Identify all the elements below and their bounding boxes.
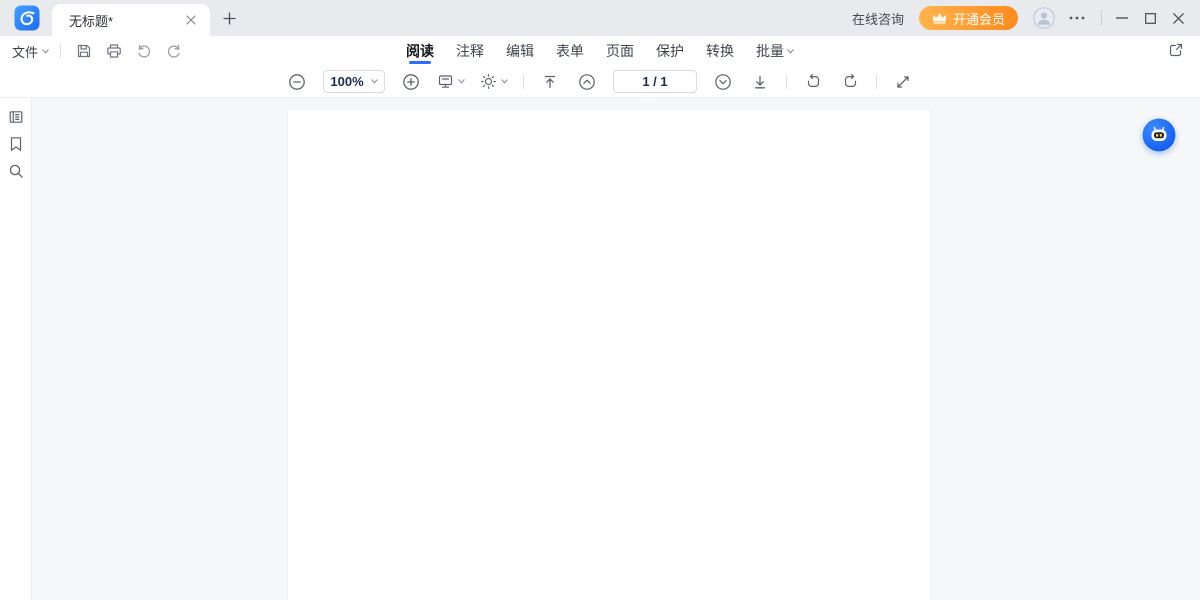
tab-batch[interactable]: 批量: [753, 36, 797, 66]
membership-button[interactable]: 开通会员: [919, 6, 1018, 30]
chevron-down-icon: [787, 49, 794, 54]
zoom-level-value: 100%: [330, 74, 363, 89]
zoom-level-select[interactable]: 100%: [323, 70, 385, 93]
ribbon-tabs: 阅读 注释 编辑 表单 页面 保护 转换 批量: [403, 36, 797, 66]
online-consult-link[interactable]: 在线咨询: [852, 9, 904, 28]
titlebar: 无标题* 在线咨询 开通会员: [0, 0, 1200, 36]
toolbar: 100%: [0, 66, 1200, 98]
search-icon[interactable]: [6, 161, 26, 181]
divider: [786, 74, 787, 89]
divider: [523, 74, 524, 89]
chevron-down-icon: [458, 79, 465, 84]
document-tab[interactable]: 无标题*: [52, 4, 210, 36]
app-logo-icon: [14, 5, 40, 31]
ai-assistant-button[interactable]: [1142, 118, 1176, 152]
chevron-down-icon: [501, 79, 508, 84]
tab-read[interactable]: 阅读: [403, 36, 437, 66]
rotate-right-icon[interactable]: [839, 71, 861, 93]
chevron-down-icon: [42, 49, 49, 54]
print-icon[interactable]: [102, 39, 126, 63]
close-button[interactable]: [1164, 4, 1192, 32]
rotate-left-icon[interactable]: [802, 71, 824, 93]
last-page-icon[interactable]: [749, 71, 771, 93]
chevron-down-icon: [371, 79, 378, 84]
first-page-icon[interactable]: [539, 71, 561, 93]
file-menu[interactable]: 文件: [12, 42, 49, 61]
tab-convert[interactable]: 转换: [703, 36, 737, 66]
view-mode-select[interactable]: [437, 73, 465, 90]
menubar: 文件 阅读 注释 编辑 表单 页面 保护: [0, 36, 1200, 66]
more-menu-icon[interactable]: [1065, 6, 1089, 30]
fullscreen-icon[interactable]: [892, 71, 914, 93]
page-number-input[interactable]: [613, 70, 697, 93]
tab-form[interactable]: 表单: [553, 36, 587, 66]
redo-icon[interactable]: [162, 39, 186, 63]
brightness-mode-select[interactable]: [480, 73, 508, 90]
zoom-out-icon[interactable]: [286, 71, 308, 93]
tab-annotate[interactable]: 注释: [453, 36, 487, 66]
tab-title: 无标题*: [69, 11, 182, 30]
pdf-page: [288, 110, 930, 600]
bookmark-icon[interactable]: [6, 134, 26, 154]
file-menu-label: 文件: [12, 42, 38, 61]
maximize-button[interactable]: [1136, 4, 1164, 32]
tab-edit[interactable]: 编辑: [503, 36, 537, 66]
tab-batch-label: 批量: [756, 36, 784, 66]
brightness-icon: [480, 73, 497, 90]
divider: [60, 44, 61, 58]
minimize-button[interactable]: [1108, 4, 1136, 32]
new-tab-button[interactable]: [220, 9, 238, 27]
zoom-in-icon[interactable]: [400, 71, 422, 93]
tab-protect[interactable]: 保护: [653, 36, 687, 66]
next-page-icon[interactable]: [712, 71, 734, 93]
avatar[interactable]: [1033, 7, 1055, 29]
divider: [876, 74, 877, 89]
save-icon[interactable]: [72, 39, 96, 63]
tab-page[interactable]: 页面: [603, 36, 637, 66]
left-panel-rail: [0, 98, 32, 600]
crown-icon: [932, 12, 947, 24]
undo-icon[interactable]: [132, 39, 156, 63]
divider: [1101, 10, 1102, 26]
view-mode-icon: [437, 73, 454, 90]
membership-label: 开通会员: [953, 9, 1005, 28]
open-new-window-icon[interactable]: [1168, 42, 1186, 60]
prev-page-icon[interactable]: [576, 71, 598, 93]
thumbnails-icon[interactable]: [6, 107, 26, 127]
tab-close-icon[interactable]: [182, 11, 200, 29]
